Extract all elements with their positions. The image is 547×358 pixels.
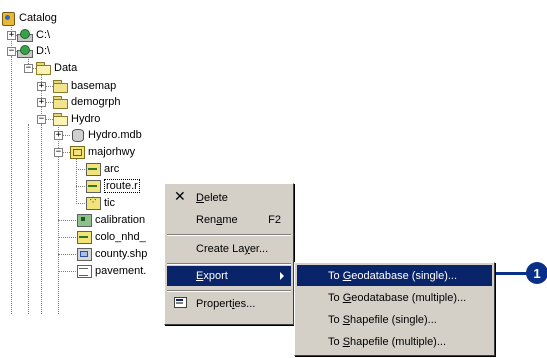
tree-line (76, 169, 85, 170)
line-feature-class-icon (85, 162, 101, 176)
tree-item-route[interactable]: route.r (85, 178, 140, 194)
tree-item-label: majorhwy (88, 146, 136, 158)
tree-item-label: tic (104, 197, 115, 209)
point-feature-class-icon (85, 193, 101, 210)
callout-leader-line (496, 272, 530, 275)
menu-item-rename[interactable]: Rename F2 (167, 210, 291, 230)
tree-item-label: demogrph (71, 96, 121, 108)
tree-item-majorhwy[interactable]: majorhwy (69, 144, 135, 160)
tree-item-demogrph[interactable]: demogrph (52, 94, 121, 110)
submenu-item-geodatabase-multiple[interactable]: To Geodatabase (multiple)... (297, 287, 492, 308)
tree-item-label: D:\ (36, 45, 51, 57)
collapse-toggle[interactable]: − (7, 47, 16, 56)
tree-item-label: basemap (71, 80, 117, 92)
tree-line (58, 220, 76, 221)
folder-icon (35, 61, 51, 75)
menu-item-delete[interactable]: ✕ Delete (167, 188, 291, 208)
collapse-toggle[interactable]: − (24, 64, 33, 73)
menu-item-label: Properties... (196, 298, 256, 310)
expand-toggle[interactable]: + (54, 131, 63, 140)
table-icon (76, 264, 92, 278)
menu-separator (167, 290, 291, 292)
submenu-item-shapefile-single[interactable]: To Shapefile (single)... (297, 309, 492, 330)
tree-item-label: Catalog (19, 12, 57, 24)
tree-item-c-drive[interactable]: C:\ (17, 27, 50, 43)
polygon-shapefile-icon (76, 247, 92, 261)
context-menu: ✕ Delete Rename F2 Create Layer... Expor… (164, 183, 294, 325)
tree-item-hydro-mdb[interactable]: Hydro.mdb (69, 127, 142, 143)
tree-item-calibration[interactable]: calibration (76, 212, 145, 228)
tree-item-tic[interactable]: tic (85, 193, 115, 211)
tree-line (76, 186, 85, 187)
submenu-item-shapefile-multiple[interactable]: To Shapefile (multiple)... (297, 331, 492, 352)
tree-item-label: Hydro (71, 113, 101, 125)
tree-item-basemap[interactable]: basemap (52, 78, 116, 94)
tree-line (76, 158, 77, 204)
menu-item-create-layer[interactable]: Create Layer... (167, 239, 291, 259)
tree-item-label: arc (104, 163, 120, 175)
menu-item-export[interactable]: Export (167, 266, 291, 286)
tree-item-label: colo_nhd_ (95, 231, 146, 243)
menu-separator (167, 234, 291, 236)
catalog-icon (0, 11, 16, 26)
delete-x-icon: ✕ (174, 189, 186, 205)
menu-item-label: Delete (196, 192, 228, 204)
submenu-arrow-icon (280, 272, 284, 280)
folder-icon (52, 95, 68, 109)
coverage-icon (76, 213, 92, 227)
folder-icon (52, 112, 68, 126)
tree-item-label: route.r (104, 179, 140, 193)
drive-icon (17, 28, 33, 42)
tree-item-county[interactable]: county.shp (76, 246, 147, 262)
folder-icon (52, 79, 68, 93)
database-icon (69, 128, 85, 142)
menu-item-label: Create Layer... (196, 243, 269, 255)
collapse-toggle[interactable]: − (37, 115, 46, 124)
tree-line (58, 254, 76, 255)
tree-item-catalog[interactable]: Catalog (0, 10, 57, 26)
tree-item-label: Hydro.mdb (88, 129, 142, 141)
expand-toggle[interactable]: + (7, 31, 16, 40)
collapse-toggle[interactable]: − (54, 148, 63, 157)
tree-line (58, 271, 76, 272)
tree-item-d-drive[interactable]: D:\ (17, 43, 50, 59)
expand-toggle[interactable]: + (37, 98, 46, 107)
tree-item-label: Data (54, 62, 78, 74)
tree-line (58, 237, 76, 238)
submenu-item-label: To Shapefile (multiple)... (328, 335, 447, 348)
submenu-item-label: To Shapefile (single)... (328, 313, 437, 326)
shortcut-key: F2 (268, 214, 281, 226)
step-callout-badge: 1 (526, 262, 547, 284)
tree-item-pavement[interactable]: pavement. (76, 263, 146, 279)
line-feature-class-icon (85, 179, 101, 193)
tree-item-label: C:\ (36, 29, 51, 41)
drive-icon (17, 44, 33, 58)
tree-line (76, 203, 85, 204)
line-feature-class-icon (76, 230, 92, 244)
submenu-item-label: To Geodatabase (multiple)... (328, 291, 467, 304)
tree-item-hydro[interactable]: Hydro (52, 111, 100, 127)
menu-separator (167, 263, 291, 265)
expand-toggle[interactable]: + (37, 82, 46, 91)
tree-item-label: calibration (95, 214, 146, 226)
export-submenu: To Geodatabase (single)... To Geodatabas… (294, 262, 495, 356)
menu-item-label: Export (196, 270, 228, 282)
feature-dataset-icon (69, 145, 85, 159)
tree-line (41, 124, 42, 314)
submenu-item-label: To Geodatabase (single)... (328, 269, 458, 282)
properties-icon (174, 297, 188, 309)
tree-item-arc[interactable]: arc (85, 161, 119, 177)
tree-item-label: pavement. (95, 265, 147, 277)
menu-item-label: Rename (196, 214, 238, 226)
menu-item-properties[interactable]: Properties... (167, 294, 291, 314)
tree-line (11, 56, 12, 314)
tree-item-label: county.shp (95, 248, 148, 260)
tree-item-data[interactable]: Data (35, 60, 77, 76)
submenu-item-geodatabase-single[interactable]: To Geodatabase (single)... (297, 265, 492, 286)
tree-item-colo-nhd[interactable]: colo_nhd_ (76, 229, 146, 245)
tree-line (28, 124, 29, 314)
